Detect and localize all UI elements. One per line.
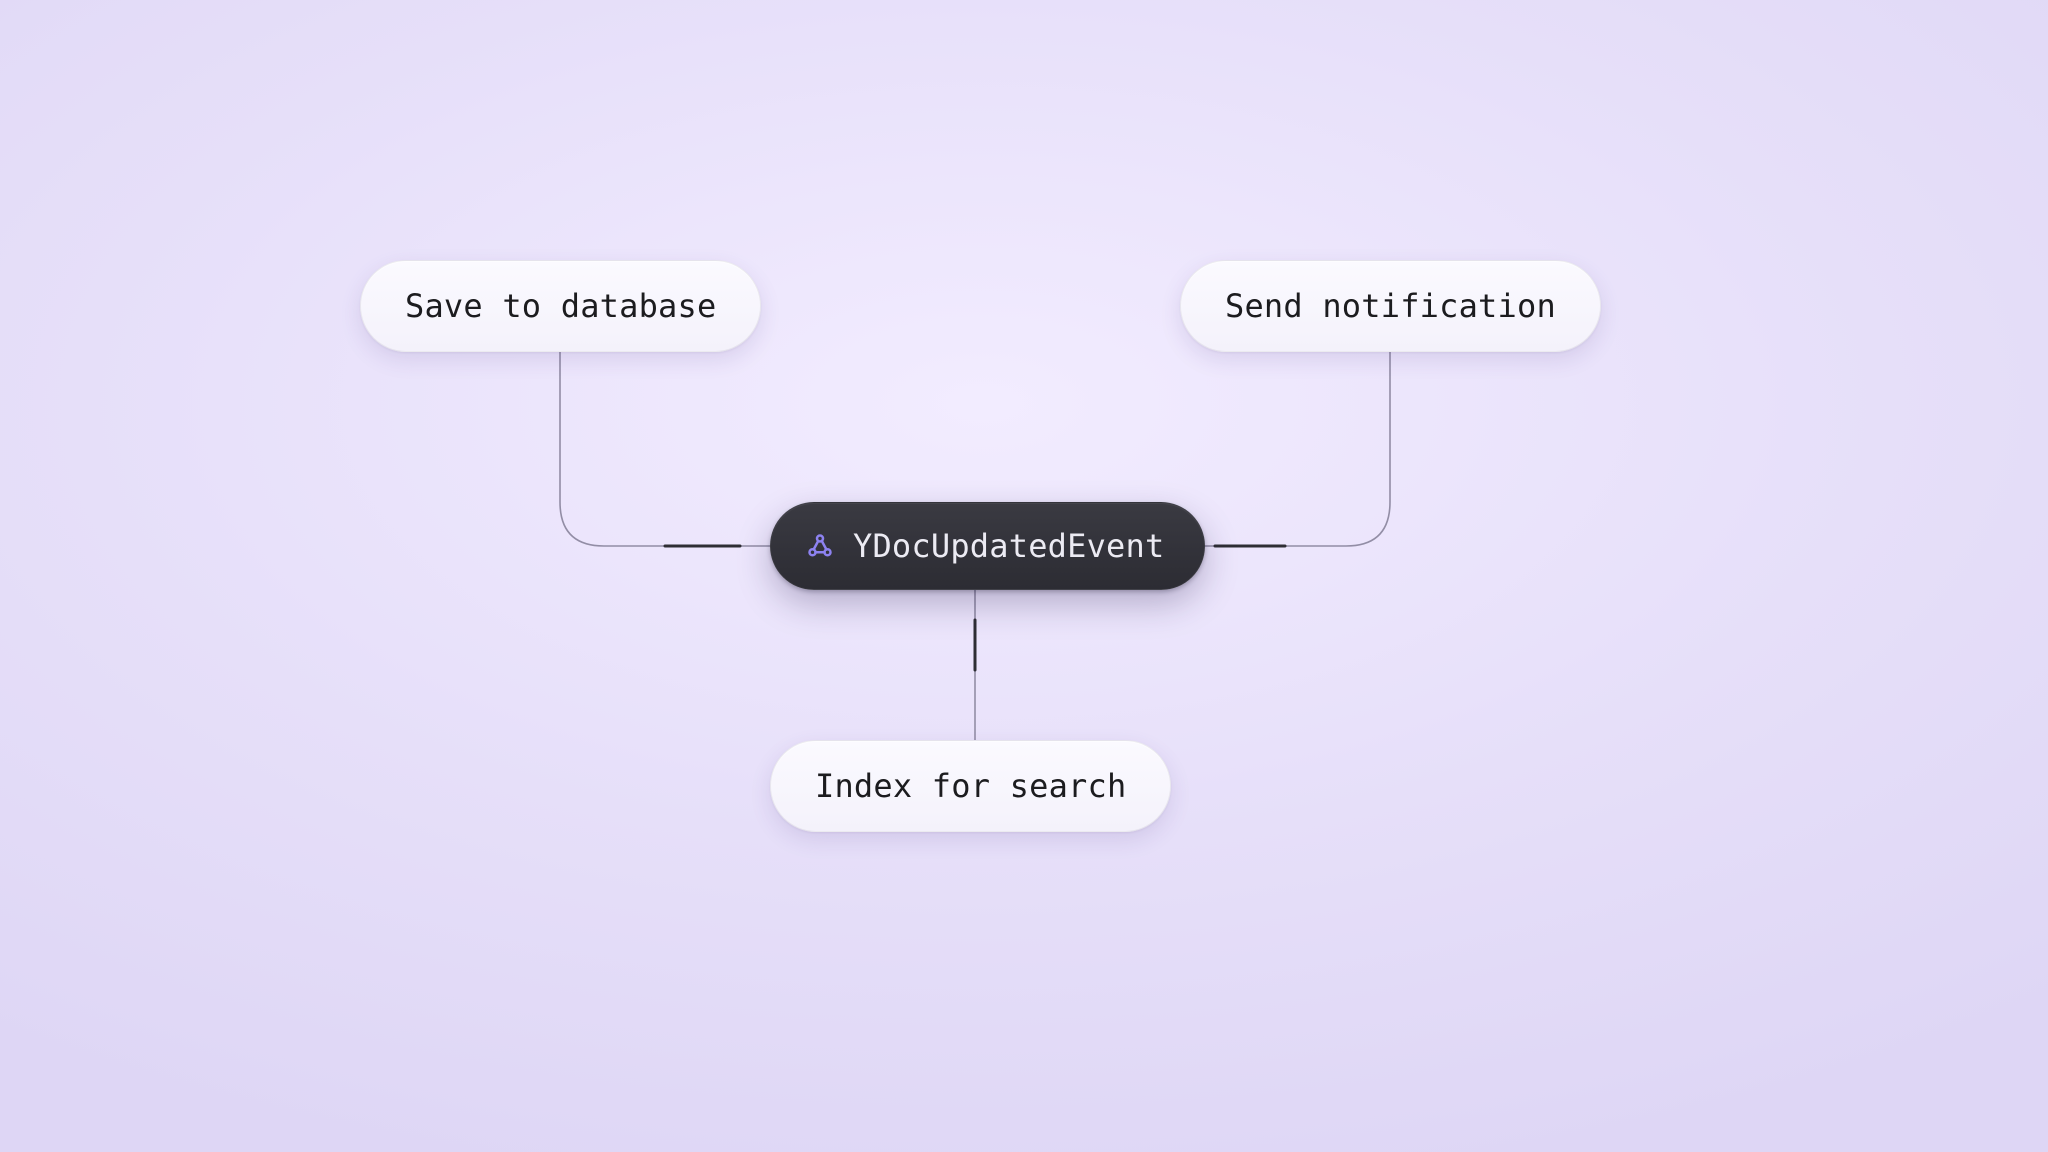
node-index-for-search[interactable]: Index for search	[770, 740, 1171, 832]
node-send-notification[interactable]: Send notification	[1180, 260, 1601, 352]
node-save-to-database[interactable]: Save to database	[360, 260, 761, 352]
node-event-center[interactable]: YDocUpdatedEvent	[770, 502, 1205, 590]
node-label: YDocUpdatedEvent	[853, 527, 1164, 565]
diagram-canvas: Save to database Send notification YDocU…	[0, 0, 2048, 1152]
node-label: Send notification	[1225, 287, 1556, 325]
webhook-icon	[805, 531, 835, 561]
node-label: Save to database	[405, 287, 716, 325]
node-label: Index for search	[815, 767, 1126, 805]
